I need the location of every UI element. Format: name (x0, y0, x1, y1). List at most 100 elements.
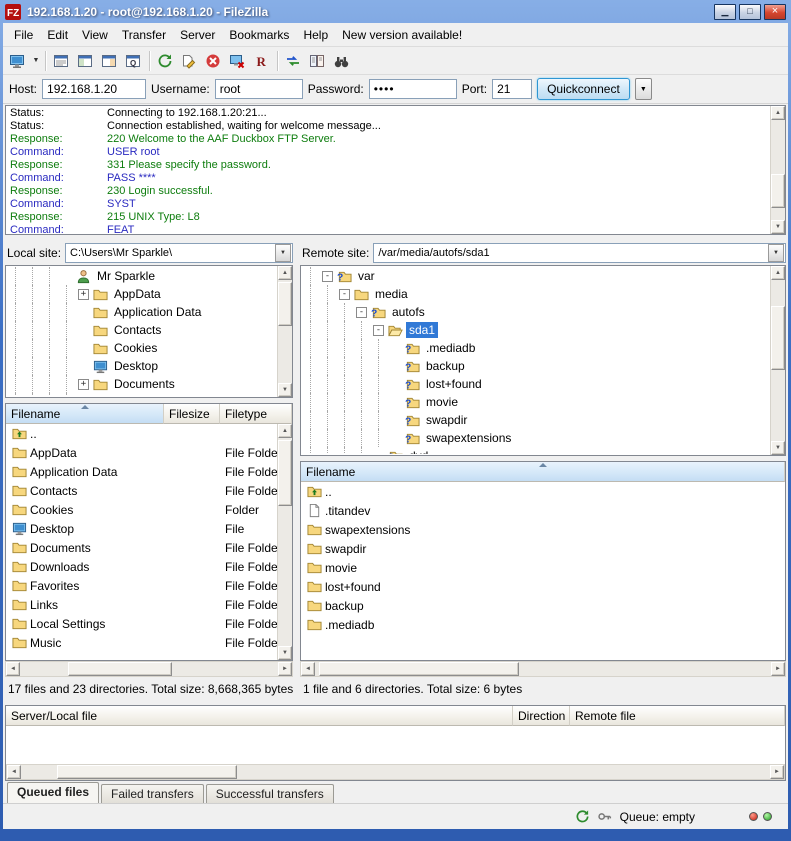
scrollbar-thumb[interactable] (278, 440, 292, 506)
close-button[interactable]: × (764, 4, 786, 20)
toggle-local-tree-button[interactable] (74, 49, 98, 72)
scroll-left-icon[interactable]: ◄ (7, 765, 21, 779)
file-row-titandev[interactable]: .titandev (301, 501, 785, 520)
scrollbar-thumb[interactable] (319, 662, 519, 676)
scroll-up-icon[interactable]: ▲ (771, 106, 785, 120)
scrollbar-thumb[interactable] (57, 765, 237, 779)
file-row-application-data[interactable]: Application DataFile Folder (6, 462, 292, 481)
tree-item-var[interactable]: -?var (302, 267, 769, 285)
host-input[interactable] (42, 79, 146, 99)
scroll-right-icon[interactable]: ► (278, 662, 292, 676)
disconnect-button[interactable] (226, 49, 250, 72)
column-header-filetype[interactable]: Filetype (220, 404, 292, 424)
remote-list-hscrollbar[interactable]: ◄ ► (300, 661, 786, 677)
toggle-remote-tree-button[interactable] (98, 49, 122, 72)
chevron-down-icon[interactable]: ▼ (275, 244, 291, 262)
local-list-scrollbar[interactable]: ▲ ▼ (277, 424, 292, 660)
scrollbar-thumb[interactable] (771, 174, 785, 208)
file-row-swapextensions[interactable]: swapextensions (301, 520, 785, 539)
port-input[interactable] (492, 79, 532, 99)
file-row-downloads[interactable]: DownloadsFile Folder (6, 557, 292, 576)
chevron-down-icon[interactable]: ▼ (768, 244, 784, 262)
column-header-direction[interactable]: Direction (513, 706, 570, 726)
maximize-button[interactable]: □ (739, 4, 761, 20)
file-row-swapdir[interactable]: swapdir (301, 539, 785, 558)
tree-item-downloads[interactable]: +Downloads (7, 393, 276, 396)
tree-item-dvd[interactable]: ?dvd (302, 447, 769, 454)
scrollbar-thumb[interactable] (68, 662, 172, 676)
tree-item-documents[interactable]: +Documents (7, 375, 276, 393)
log-scrollbar[interactable]: ▲ ▼ (770, 106, 785, 234)
key-icon[interactable] (596, 809, 614, 825)
scroll-left-icon[interactable]: ◄ (6, 662, 20, 676)
tree-item-swapdir[interactable]: ?swapdir (302, 411, 769, 429)
tree-item-autofs[interactable]: -?autofs (302, 303, 769, 321)
synchronized-browsing-button[interactable] (282, 49, 306, 72)
tab-successful-transfers[interactable]: Successful transfers (206, 784, 334, 803)
sync-arrows-icon[interactable] (574, 809, 592, 825)
username-input[interactable] (215, 79, 303, 99)
scroll-down-icon[interactable]: ▼ (771, 220, 785, 234)
file-row-contacts[interactable]: ContactsFile Folder (6, 481, 292, 500)
tree-item-appdata[interactable]: +AppData (7, 285, 276, 303)
minimize-button[interactable]: ▁ (714, 4, 736, 20)
menu-help[interactable]: Help (296, 25, 335, 45)
scrollbar-thumb[interactable] (278, 282, 292, 326)
column-header-filesize[interactable]: Filesize (164, 404, 220, 424)
menu-bookmarks[interactable]: Bookmarks (222, 25, 296, 45)
remote-tree-scrollbar[interactable]: ▲ ▼ (770, 266, 785, 455)
scroll-right-icon[interactable]: ► (770, 765, 784, 779)
file-row-music[interactable]: MusicFile Folder (6, 633, 292, 652)
tree-item-cookies[interactable]: Cookies (7, 339, 276, 357)
scrollbar-thumb[interactable] (771, 306, 785, 370)
tree-item-media[interactable]: -media (302, 285, 769, 303)
file-row-links[interactable]: LinksFile Folder (6, 595, 292, 614)
expand-toggle-icon[interactable]: + (78, 289, 89, 300)
local-list-hscrollbar[interactable]: ◄ ► (5, 661, 293, 677)
tree-item-sda1[interactable]: -sda1 (302, 321, 769, 339)
collapse-toggle-icon[interactable]: - (373, 325, 384, 336)
file-row-cookies[interactable]: CookiesFolder (6, 500, 292, 519)
toggle-message-log-button[interactable] (50, 49, 74, 72)
queue-hscrollbar[interactable]: ◄ ► (6, 764, 785, 780)
quickconnect-button[interactable]: Quickconnect (537, 78, 630, 100)
file-row-appdata[interactable]: AppDataFile Folder (6, 443, 292, 462)
tree-item-mediadb[interactable]: ?.mediadb (302, 339, 769, 357)
scroll-up-icon[interactable]: ▲ (278, 424, 292, 438)
scroll-right-icon[interactable]: ► (771, 662, 785, 676)
tab-failed-transfers[interactable]: Failed transfers (101, 784, 204, 803)
tree-item-contacts[interactable]: Contacts (7, 321, 276, 339)
scroll-up-icon[interactable]: ▲ (278, 266, 292, 280)
collapse-toggle-icon[interactable]: - (339, 289, 350, 300)
tree-item-lost-found[interactable]: ?lost+found (302, 375, 769, 393)
file-row-desktop[interactable]: DesktopFile (6, 519, 292, 538)
column-header-server-local-file[interactable]: Server/Local file (6, 706, 513, 726)
tab-queued-files[interactable]: Queued files (7, 782, 99, 803)
column-header-filename[interactable]: Filename (301, 462, 785, 482)
local-site-combo[interactable]: C:\Users\Mr Sparkle\ ▼ (65, 243, 293, 263)
refresh-button[interactable] (154, 49, 178, 72)
file-row-parent-dir[interactable]: .. (6, 424, 292, 443)
menu-file[interactable]: File (7, 25, 40, 45)
process-queue-button[interactable] (178, 49, 202, 72)
file-row-movie[interactable]: movie (301, 558, 785, 577)
reconnect-button[interactable]: R (250, 49, 274, 72)
menu-view[interactable]: View (75, 25, 115, 45)
file-row-favorites[interactable]: FavoritesFile Folder (6, 576, 292, 595)
remote-site-combo[interactable]: /var/media/autofs/sda1 ▼ (373, 243, 786, 263)
menu-edit[interactable]: Edit (40, 25, 75, 45)
tree-item-movie[interactable]: ?movie (302, 393, 769, 411)
find-files-button[interactable] (330, 49, 354, 72)
file-row-parent-dir[interactable]: .. (301, 482, 785, 501)
column-header-filename[interactable]: Filename (6, 404, 164, 424)
menu-transfer[interactable]: Transfer (115, 25, 173, 45)
file-row-mediadb[interactable]: .mediadb (301, 615, 785, 634)
file-row-lost-found[interactable]: lost+found (301, 577, 785, 596)
password-input[interactable] (369, 79, 457, 99)
expand-toggle-icon[interactable]: + (78, 379, 89, 390)
tree-item-application-data[interactable]: Application Data (7, 303, 276, 321)
cancel-operation-button[interactable] (202, 49, 226, 72)
scroll-down-icon[interactable]: ▼ (771, 441, 785, 455)
tree-item-backup[interactable]: ?backup (302, 357, 769, 375)
scroll-up-icon[interactable]: ▲ (771, 266, 785, 280)
